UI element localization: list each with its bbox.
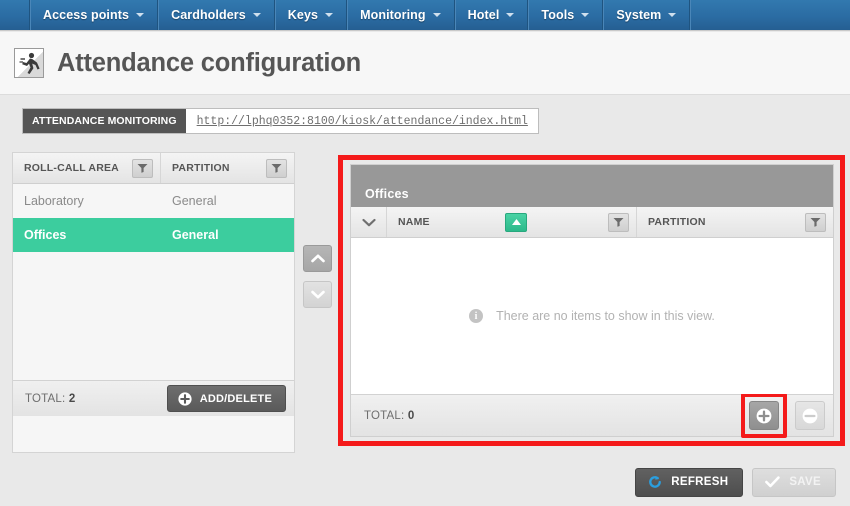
plus-circle-icon bbox=[178, 391, 192, 406]
roll-call-area-table-header: ROLL-CALL AREA PARTITION bbox=[13, 153, 294, 184]
chevron-down-icon bbox=[581, 13, 590, 17]
column-header-label: NAME bbox=[398, 216, 430, 228]
info-icon: i bbox=[469, 309, 484, 323]
filter-icon[interactable] bbox=[132, 158, 153, 178]
save-label: SAVE bbox=[789, 476, 821, 488]
remove-button-wrapper bbox=[787, 401, 825, 430]
bottom-action-bar: REFRESH SAVE bbox=[0, 458, 850, 506]
move-down-button[interactable] bbox=[303, 281, 332, 308]
filter-icon[interactable] bbox=[805, 212, 826, 232]
total-value: 2 bbox=[68, 392, 76, 405]
total-label: TOTAL: bbox=[25, 392, 66, 405]
nav-item-access-points[interactable]: Access points bbox=[30, 0, 159, 30]
column-header-partition[interactable]: PARTITION bbox=[161, 153, 294, 183]
nav-trailing-spacer bbox=[690, 0, 850, 30]
total-count: TOTAL: 0 bbox=[364, 410, 414, 422]
column-header-roll-call-area[interactable]: ROLL-CALL AREA bbox=[13, 153, 161, 183]
nav-item-label: Tools bbox=[541, 8, 575, 22]
roll-call-area-table-body: Laboratory General Offices General TOTAL… bbox=[13, 184, 294, 416]
cell-partition: General bbox=[172, 228, 219, 242]
move-buttons-group bbox=[303, 245, 332, 308]
add-button[interactable] bbox=[749, 401, 779, 430]
roll-call-area-panel: ROLL-CALL AREA PARTITION Laboratory Gene… bbox=[12, 152, 295, 453]
empty-state-message: i There are no items to show in this vie… bbox=[469, 309, 715, 323]
panel-table-body: i There are no items to show in this vie… bbox=[351, 238, 833, 394]
chevron-down-icon bbox=[252, 13, 261, 17]
nav-item-label: Monitoring bbox=[360, 8, 426, 22]
nav-item-monitoring[interactable]: Monitoring bbox=[347, 0, 455, 30]
expand-all-toggle[interactable] bbox=[351, 207, 387, 237]
panel-footer: TOTAL: 0 bbox=[351, 393, 833, 438]
check-icon bbox=[765, 476, 781, 488]
chevron-up-icon bbox=[310, 254, 325, 263]
chevron-down-icon bbox=[668, 13, 677, 17]
nav-item-keys[interactable]: Keys bbox=[275, 0, 348, 30]
attendance-monitoring-url[interactable]: http://lphq0352:8100/kiosk/attendance/in… bbox=[185, 109, 538, 133]
refresh-button[interactable]: REFRESH bbox=[635, 467, 744, 497]
nav-item-label: Cardholders bbox=[171, 8, 246, 22]
panel-table-header: NAME PARTITION bbox=[351, 207, 833, 238]
nav-leading-spacer bbox=[0, 0, 30, 30]
total-label: TOTAL: bbox=[364, 409, 405, 422]
save-button[interactable]: SAVE bbox=[752, 467, 836, 497]
add-delete-label: ADD/DELETE bbox=[199, 392, 272, 405]
application-window: Access points Cardholders Keys Monitorin… bbox=[0, 0, 850, 506]
chevron-down-icon bbox=[325, 13, 334, 17]
filter-icon[interactable] bbox=[266, 158, 287, 178]
total-value: 0 bbox=[407, 409, 415, 422]
nav-item-label: Access points bbox=[43, 8, 130, 22]
empty-state-text: There are no items to show in this view. bbox=[496, 309, 715, 323]
plus-circle-icon bbox=[756, 408, 772, 423]
chevron-down-icon bbox=[136, 13, 145, 17]
column-header-label: PARTITION bbox=[648, 216, 706, 228]
move-up-button[interactable] bbox=[303, 245, 332, 272]
page-title: Attendance configuration bbox=[57, 48, 362, 77]
access-points-panel: Offices NAME PARTITION i There are no it… bbox=[350, 164, 834, 438]
roll-call-area-footer: TOTAL: 2 ADD/DELETE bbox=[13, 380, 294, 416]
table-row-selected[interactable]: Offices General bbox=[13, 218, 294, 252]
cell-roll-call-area: Laboratory bbox=[24, 194, 84, 208]
attendance-monitoring-label: ATTENDANCE MONITORING bbox=[23, 109, 186, 133]
nav-item-label: Keys bbox=[287, 8, 319, 22]
nav-item-system[interactable]: System bbox=[603, 0, 691, 30]
column-header-label: ROLL-CALL AREA bbox=[24, 162, 119, 174]
running-person-icon bbox=[14, 48, 44, 78]
chevron-down-icon bbox=[432, 13, 441, 17]
total-count: TOTAL: 2 bbox=[25, 393, 75, 405]
attendance-monitoring-field-group: ATTENDANCE MONITORING http://lphq0352:81… bbox=[22, 108, 539, 134]
column-header-partition[interactable]: PARTITION bbox=[637, 207, 833, 237]
page-title-bar: Attendance configuration bbox=[0, 32, 850, 95]
remove-button[interactable] bbox=[795, 401, 825, 430]
refresh-label: REFRESH bbox=[671, 476, 729, 488]
chevron-down-icon bbox=[506, 13, 515, 17]
refresh-icon bbox=[649, 476, 662, 488]
nav-item-cardholders[interactable]: Cardholders bbox=[158, 0, 275, 30]
cell-partition: General bbox=[172, 194, 217, 208]
chevron-down-icon bbox=[361, 218, 376, 226]
chevron-down-icon bbox=[310, 290, 325, 299]
nav-item-label: Hotel bbox=[467, 8, 500, 22]
column-header-name[interactable]: NAME bbox=[387, 207, 637, 237]
minus-circle-icon bbox=[802, 408, 818, 423]
nav-item-hotel[interactable]: Hotel bbox=[455, 0, 529, 30]
table-row[interactable]: Laboratory General bbox=[13, 184, 294, 218]
main-navigation-bar: Access points Cardholders Keys Monitorin… bbox=[0, 0, 850, 31]
filter-icon[interactable] bbox=[608, 212, 629, 232]
sort-ascending-icon[interactable] bbox=[505, 212, 528, 232]
nav-item-tools[interactable]: Tools bbox=[528, 0, 604, 30]
attendance-monitoring-bar: ATTENDANCE MONITORING http://lphq0352:81… bbox=[0, 96, 850, 144]
column-header-label: PARTITION bbox=[172, 162, 230, 174]
cell-roll-call-area: Offices bbox=[24, 228, 67, 242]
highlight-rectangle-add-button bbox=[741, 393, 787, 438]
add-delete-button[interactable]: ADD/DELETE bbox=[166, 385, 286, 412]
nav-item-label: System bbox=[616, 8, 662, 22]
panel-title: Offices bbox=[351, 165, 833, 207]
